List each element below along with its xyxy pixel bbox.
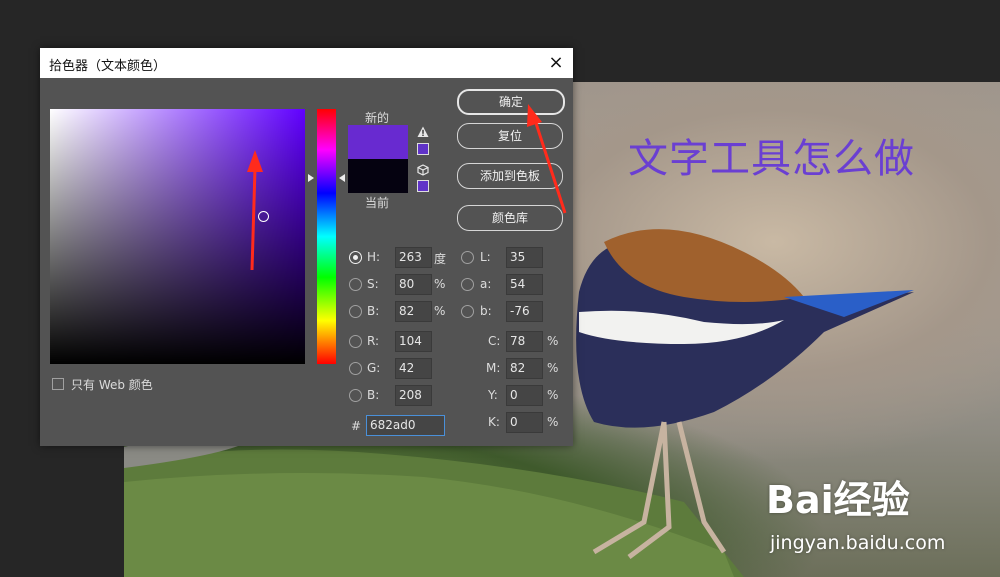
arrow-head-to-ok (527, 104, 542, 127)
arrow-line-to-ok (533, 119, 567, 214)
arrow-line-to-marker (250, 167, 257, 271)
annotation-arrows (247, 104, 567, 271)
arrow-head-to-marker (247, 150, 263, 172)
